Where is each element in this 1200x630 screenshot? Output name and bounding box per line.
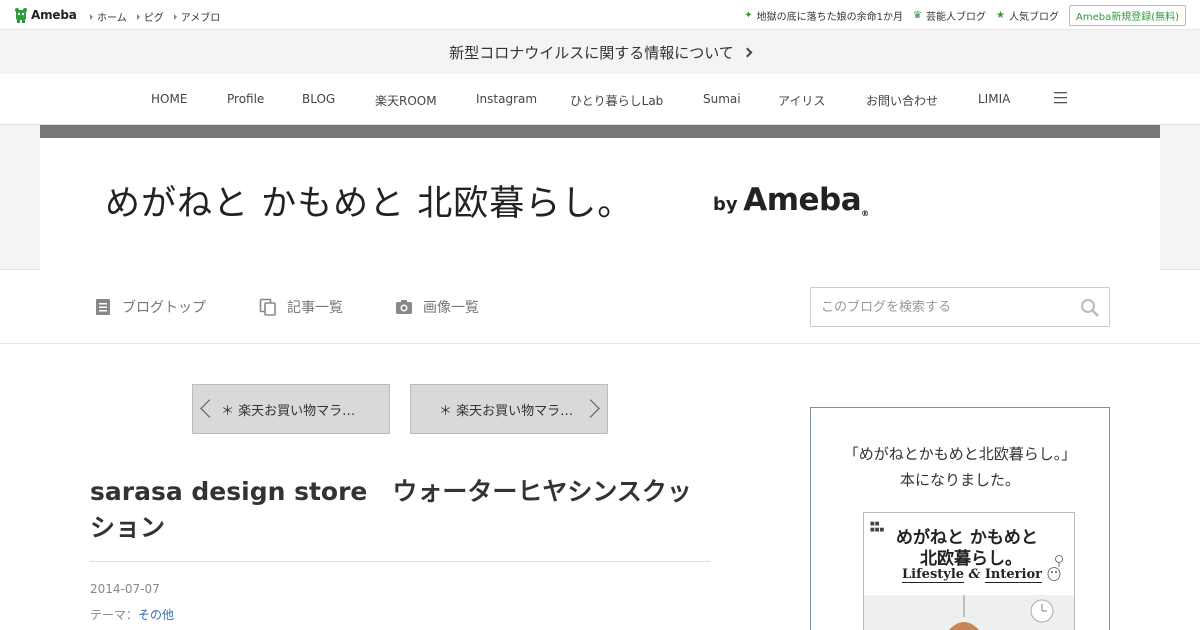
search-input[interactable] [811,288,1061,326]
chevron-right-icon [742,47,753,57]
top-right-links: ✦ 地獄の底に落ちた娘の余命1か月 ♛ 芸能人ブログ ★ 人気ブログ Ameba新規登… [744,5,1186,26]
owl-illustration-icon [1047,555,1063,581]
banner-text: 新型コロナウイルスに関する情報について [449,43,734,62]
nav-rakuten-room[interactable]: 楽天ROOM [375,92,437,109]
theme-link[interactable]: その他 [138,608,174,622]
blog-sub-nav: ブログトップ 記事一覧 画像一覧 [0,271,1200,344]
chevron-right-icon [581,399,600,418]
promo-line-1: 「めがねとかもめと北欧暮らし。」 [843,445,1077,463]
triangle-right-icon [90,13,93,20]
book-promo-widget: 「めがねとかもめと北欧暮らし。」 本になりました。 ■■ ■■■ めがねと かもめ… [810,407,1110,630]
article-list-link[interactable]: 記事一覧 [259,297,343,317]
crown-icon: ♛ [913,10,923,21]
blog-header[interactable]: めがねと かもめと 北欧暮らし。 by Ameba® [40,125,1160,270]
top-bar: Ameba ホーム ピグ アメブロ ✦ 地獄の底に落ちた娘の余命1か月 ♛ 芸能人ブ… [0,0,1200,30]
document-icon [96,299,110,315]
blog-top-link[interactable]: ブログトップ [94,297,206,317]
triangle-right-icon [136,13,140,20]
nav-home[interactable]: HOME [151,92,187,106]
top-link-celebrity-blog[interactable]: ♛ 芸能人ブログ [913,8,986,23]
logo-text: Ameba [31,8,77,22]
triangle-right-icon [173,13,177,20]
nav-sumai[interactable]: Sumai [703,92,741,106]
search-icon[interactable] [1080,298,1099,317]
copy-icon [259,298,276,316]
book-cover-photo [864,595,1074,630]
blog-title: めがねと かもめと 北欧暮らし。 [105,184,634,224]
nav-iris[interactable]: アイリス [778,92,825,109]
interior-photo-illustration [864,595,1074,630]
hamburger-menu-icon[interactable] [1054,92,1067,104]
next-article-button[interactable]: ＊ 楽天お買い物マラ… [410,384,608,434]
nav-limia[interactable]: LIMIA [978,92,1010,106]
header-stripe [40,125,1160,138]
register-button[interactable]: Ameba新規登録(無料) [1068,5,1186,26]
ameba-logo[interactable]: Ameba [14,7,77,23]
chevron-left-icon [200,399,219,418]
promo-line-2: 本になりました。 [899,471,1020,489]
top-nav-ameblo[interactable]: アメブロ [173,9,220,24]
previous-article-button[interactable]: ＊ 楽天お買い物マラ… [192,384,390,434]
nav-contact[interactable]: お問い合わせ [866,92,938,109]
corona-info-banner[interactable]: 新型コロナウイルスに関する情報について [0,30,1200,74]
ameba-mascot-icon [15,8,27,23]
image-list-link[interactable]: 画像一覧 [395,297,479,317]
blog-main-nav: HOME Profile BLOG 楽天ROOM Instagram ひとり暮ら… [0,74,1200,125]
top-link-popular-blog[interactable]: ★ 人気ブログ [996,8,1059,23]
book-corner-mark: ■■ ■■■ [870,521,885,533]
nav-profile[interactable]: Profile [227,92,264,106]
nav-instagram[interactable]: Instagram [476,92,537,106]
by-ameba-logo: by Ameba® [713,182,870,218]
star-icon: ★ [996,10,1005,21]
nav-blog[interactable]: BLOG [302,92,335,106]
article-theme: テーマ：その他 [90,608,175,622]
top-link-featured[interactable]: ✦ 地獄の底に落ちた娘の余命1か月 [744,8,903,23]
article-date: 2014-07-07 [90,582,160,596]
top-nav-pigg[interactable]: ピグ [136,9,164,24]
top-nav: ホーム ピグ アメブロ [90,9,230,24]
book-cover-image[interactable]: ■■ ■■■ めがねと かもめと 北欧暮らし。 Lifestyle & Inter… [863,512,1075,630]
book-subtitle: Lifestyle & Interior [902,567,1042,583]
blog-search-box [810,287,1110,327]
divider [90,561,710,562]
top-nav-home[interactable]: ホーム [90,9,127,24]
nav-hitorigurashi-lab[interactable]: ひとり暮らしLab [570,92,663,109]
book-title-line-2: 北欧暮らし。 [920,549,1022,569]
sparkle-icon: ✦ [744,10,753,21]
article-title[interactable]: sarasa design store ウォーターヒヤシンスクッション [90,474,710,546]
camera-icon [396,300,412,314]
